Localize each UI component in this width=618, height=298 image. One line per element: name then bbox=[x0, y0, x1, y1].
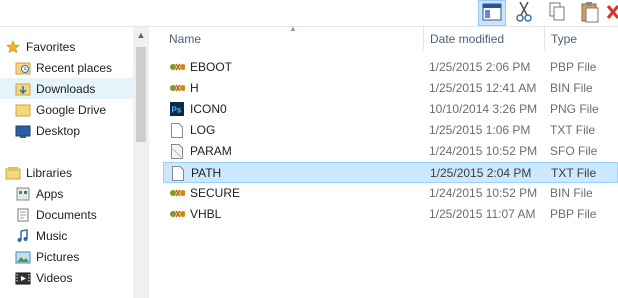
file-row-h[interactable]: H 1/25/2015 12:41 AM BIN File bbox=[163, 78, 618, 99]
file-name: VHBL bbox=[190, 207, 222, 221]
nav-scrollbar[interactable]: ▲ bbox=[133, 27, 149, 298]
media-file-icon bbox=[169, 206, 185, 222]
nav-documents-label: Documents bbox=[36, 207, 97, 222]
copy-button[interactable] bbox=[543, 0, 571, 26]
nav-music[interactable]: Music bbox=[0, 225, 133, 246]
nav-documents[interactable]: Documents bbox=[0, 204, 133, 225]
media-file-icon bbox=[169, 185, 185, 201]
generic-file-icon bbox=[169, 143, 185, 159]
navigation-pane: Favorites Recent places Downloads Google… bbox=[0, 27, 149, 298]
column-name-label: Name bbox=[169, 31, 202, 46]
column-date-modified[interactable]: Date modified bbox=[423, 27, 544, 50]
file-list: ▲ Name Date modified Type EBOOT 1/25/201… bbox=[149, 24, 618, 298]
file-date: 10/10/2014 3:26 PM bbox=[429, 102, 538, 116]
text-file-icon bbox=[169, 122, 185, 138]
nav-apps-label: Apps bbox=[36, 186, 64, 201]
nav-favorites[interactable]: Favorites bbox=[0, 36, 133, 57]
file-row-log[interactable]: LOG 1/25/2015 1:06 PM TXT File bbox=[163, 120, 618, 141]
layout-pane-button[interactable] bbox=[478, 0, 506, 26]
file-date: 1/25/2015 12:41 AM bbox=[429, 81, 537, 95]
cut-button[interactable] bbox=[510, 0, 538, 26]
nav-favorites-label: Favorites bbox=[26, 39, 76, 54]
file-name: EBOOT bbox=[190, 60, 233, 74]
column-type-label: Type bbox=[551, 31, 578, 46]
text-file-icon bbox=[170, 165, 186, 181]
paste-button[interactable] bbox=[576, 0, 604, 26]
nav-libraries[interactable]: Libraries bbox=[0, 162, 133, 183]
file-date: 1/25/2015 11:07 AM bbox=[429, 207, 536, 221]
file-name: PATH bbox=[191, 166, 222, 180]
videos-icon bbox=[15, 270, 31, 286]
file-name: ICON0 bbox=[190, 102, 227, 116]
layout-pane-icon bbox=[482, 3, 502, 24]
file-row-path[interactable]: PATH 1/25/2015 2:04 PM TXT File bbox=[163, 162, 618, 183]
file-name: PARAM bbox=[190, 144, 232, 158]
file-row-param[interactable]: PARAM 1/24/2015 10:52 PM SFO File bbox=[163, 141, 618, 162]
pictures-icon bbox=[15, 249, 31, 265]
column-date-label: Date modified bbox=[430, 31, 505, 46]
file-date: 1/24/2015 10:52 PM bbox=[429, 144, 538, 158]
nav-desktop-label: Desktop bbox=[36, 123, 81, 138]
file-type: PBP File bbox=[550, 60, 597, 74]
media-file-icon bbox=[169, 59, 185, 75]
nav-pictures[interactable]: Pictures bbox=[0, 246, 133, 267]
file-row-secure[interactable]: SECURE 1/24/2015 10:52 PM BIN File bbox=[163, 183, 618, 204]
file-type: PNG File bbox=[550, 102, 599, 116]
nav-libraries-label: Libraries bbox=[26, 165, 73, 180]
scroll-up-icon[interactable]: ▲ bbox=[133, 27, 149, 43]
file-date: 1/24/2015 10:52 PM bbox=[429, 186, 538, 200]
google-drive-icon bbox=[15, 102, 31, 118]
apps-icon bbox=[15, 186, 31, 202]
music-icon bbox=[15, 228, 31, 244]
star-icon bbox=[5, 39, 21, 55]
nav-recent-places[interactable]: Recent places bbox=[0, 57, 133, 78]
file-type: BIN File bbox=[550, 186, 593, 200]
file-name: H bbox=[190, 81, 199, 95]
libraries-icon bbox=[5, 165, 21, 181]
nav-google-drive[interactable]: Google Drive bbox=[0, 99, 133, 120]
desktop-icon bbox=[15, 123, 31, 139]
nav-videos[interactable]: Videos bbox=[0, 267, 133, 288]
delete-button[interactable] bbox=[605, 0, 618, 26]
file-type: SFO File bbox=[550, 144, 598, 158]
media-file-icon bbox=[169, 80, 185, 96]
file-date: 1/25/2015 1:06 PM bbox=[429, 123, 531, 137]
file-type: TXT File bbox=[551, 166, 597, 180]
nav-desktop[interactable]: Desktop bbox=[0, 120, 133, 141]
nav-pictures-label: Pictures bbox=[36, 249, 80, 264]
nav-scrollbar-thumb[interactable] bbox=[136, 47, 146, 142]
file-name: LOG bbox=[190, 123, 216, 137]
downloads-icon bbox=[15, 81, 31, 97]
recent-places-icon bbox=[15, 60, 31, 76]
column-name[interactable]: Name bbox=[163, 27, 426, 50]
nav-recent-places-label: Recent places bbox=[36, 60, 113, 75]
nav-google-drive-label: Google Drive bbox=[36, 102, 107, 117]
nav-music-label: Music bbox=[36, 228, 68, 243]
paste-icon bbox=[580, 1, 600, 26]
file-name: SECURE bbox=[190, 186, 241, 200]
file-row-vhbl[interactable]: VHBL 1/25/2015 11:07 AM PBP File bbox=[163, 204, 618, 225]
column-header: ▲ Name Date modified Type bbox=[149, 24, 618, 50]
nav-apps[interactable]: Apps bbox=[0, 183, 133, 204]
file-row-eboot[interactable]: EBOOT 1/25/2015 2:06 PM PBP File bbox=[163, 57, 618, 78]
toolbar bbox=[0, 0, 618, 26]
file-row-icon0[interactable]: Ps ICON0 10/10/2014 3:26 PM PNG File bbox=[163, 99, 618, 120]
nav-downloads-label: Downloads bbox=[36, 81, 96, 96]
column-type[interactable]: Type bbox=[544, 27, 618, 50]
documents-icon bbox=[15, 207, 31, 223]
file-date: 1/25/2015 2:04 PM bbox=[430, 166, 532, 180]
scissors-icon bbox=[515, 1, 533, 26]
file-date: 1/25/2015 2:06 PM bbox=[429, 60, 531, 74]
photoshop-icon: Ps bbox=[169, 101, 185, 117]
file-type: BIN File bbox=[550, 81, 593, 95]
file-type: TXT File bbox=[550, 123, 596, 137]
nav-videos-label: Videos bbox=[36, 270, 73, 285]
file-type: PBP File bbox=[550, 207, 597, 221]
copy-icon bbox=[548, 1, 566, 26]
nav-downloads[interactable]: Downloads bbox=[0, 78, 133, 99]
delete-icon bbox=[605, 2, 618, 25]
svg-text:Ps: Ps bbox=[172, 106, 182, 115]
